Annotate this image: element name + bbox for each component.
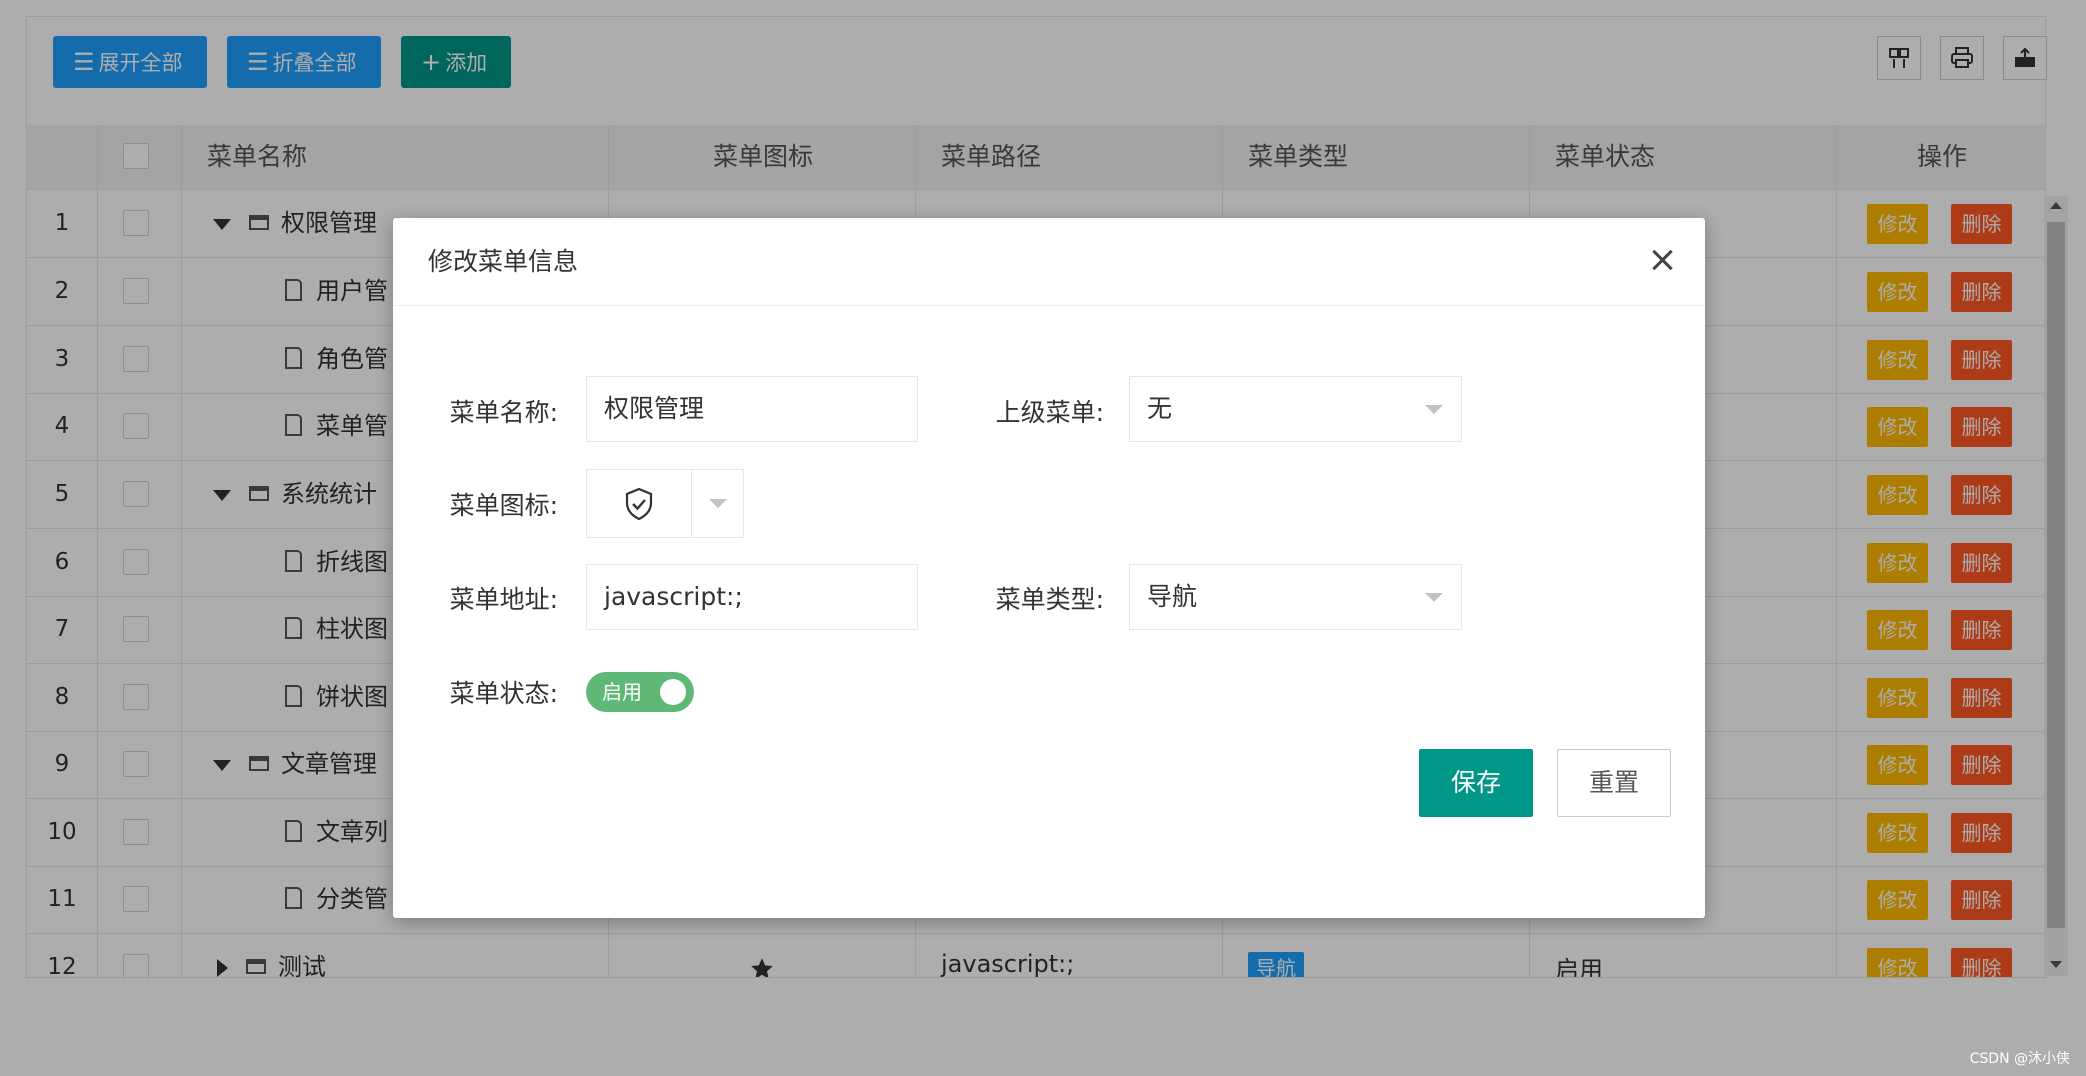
menu-name-input[interactable]: 权限管理 [586,376,918,442]
chevron-down-icon [1425,593,1443,602]
menu-type-label: 菜单类型: [995,585,1104,614]
status-toggle[interactable]: 启用 [586,672,694,712]
dialog-title: 修改菜单信息 [428,247,579,276]
close-icon[interactable] [1647,245,1677,275]
shield-check-icon [587,470,692,537]
parent-menu-value: 无 [1147,394,1173,423]
menu-url-input[interactable]: javascript:; [586,564,918,630]
menu-status-label: 菜单状态: [449,679,558,708]
status-toggle-text: 启用 [602,680,642,704]
parent-menu-select[interactable]: 无 [1129,376,1462,442]
save-button[interactable]: 保存 [1419,749,1533,817]
chevron-down-icon [1425,405,1443,414]
menu-type-value: 导航 [1147,582,1198,611]
watermark: CSDN @沐小侠 [1969,1051,2070,1067]
menu-url-label: 菜单地址: [449,585,558,614]
toggle-knob [660,679,686,705]
icon-picker[interactable] [586,469,744,538]
parent-menu-label: 上级菜单: [995,398,1104,427]
menu-name-label: 菜单名称: [449,398,558,427]
dialog-header: 修改菜单信息 [393,218,1705,306]
chevron-down-icon[interactable] [709,499,727,508]
edit-menu-dialog: 修改菜单信息 菜单名称: 权限管理 上级菜单: 无 菜单图标: 菜单地址: ja… [393,218,1705,918]
menu-type-select[interactable]: 导航 [1129,564,1462,630]
reset-button[interactable]: 重置 [1557,749,1671,817]
menu-icon-label: 菜单图标: [449,491,558,520]
